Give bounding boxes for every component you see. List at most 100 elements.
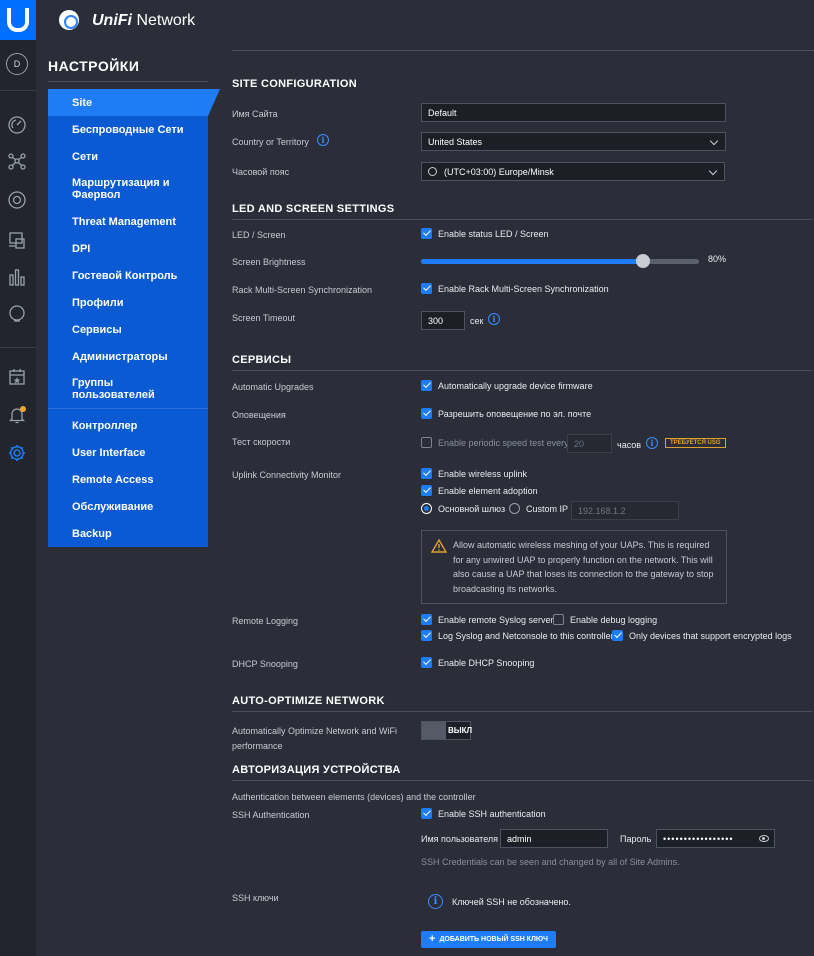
nav-item-wireless[interactable]: Беспроводные Сети bbox=[48, 116, 208, 143]
brand-name: UniFi bbox=[92, 12, 132, 29]
password-input[interactable]: ••••••••••••••••• bbox=[656, 829, 775, 848]
country-select[interactable]: United States bbox=[421, 132, 726, 151]
add-ssh-key-button[interactable]: + ДОБАВИТЬ НОВЫЙ SSH КЛЮЧ bbox=[421, 931, 556, 948]
country-info-icon[interactable]: i bbox=[317, 134, 329, 146]
remote-logging-label: Remote Logging bbox=[232, 616, 299, 626]
auto-optimize-toggle[interactable]: ВЫКЛ bbox=[421, 721, 473, 740]
timeout-info-icon[interactable]: i bbox=[488, 313, 500, 325]
wireless-uplink-checkbox[interactable] bbox=[421, 468, 432, 479]
syslog-checkbox[interactable] bbox=[421, 614, 432, 625]
led-checkbox[interactable] bbox=[421, 228, 432, 239]
gateway-radio[interactable] bbox=[421, 503, 432, 514]
toggle-knob bbox=[422, 722, 446, 739]
debug-logging-checkbox[interactable] bbox=[553, 614, 564, 625]
events-icon[interactable] bbox=[6, 366, 28, 388]
username-input[interactable]: admin bbox=[500, 829, 608, 848]
led-label: LED / Screen bbox=[232, 230, 286, 240]
alerts-option-label: Разрешить оповещение по эл. почте bbox=[438, 409, 592, 419]
alerts-icon[interactable] bbox=[6, 404, 28, 426]
element-adoption-label: Enable element adoption bbox=[438, 486, 538, 496]
element-adoption-checkbox[interactable] bbox=[421, 485, 432, 496]
nav-item-maintenance[interactable]: Обслуживание bbox=[48, 493, 208, 520]
rack-sync-checkbox[interactable] bbox=[421, 283, 432, 294]
netconsole-checkbox[interactable] bbox=[421, 630, 432, 641]
timezone-label: Часовой пояс bbox=[232, 167, 290, 177]
topology-icon[interactable] bbox=[6, 150, 28, 172]
rail-divider bbox=[0, 90, 36, 91]
brightness-slider-handle[interactable] bbox=[636, 254, 651, 268]
nav-item-services[interactable]: Сервисы bbox=[48, 316, 208, 343]
speed-test-interval-input[interactable]: 20 bbox=[567, 434, 612, 453]
rail-divider bbox=[0, 347, 36, 348]
brightness-slider-track[interactable] bbox=[421, 259, 699, 264]
timeout-input[interactable]: 300 bbox=[421, 311, 465, 330]
nav-item-user-interface[interactable]: User Interface bbox=[48, 439, 208, 466]
custom-ip-input[interactable]: 192.168.1.2 bbox=[571, 501, 679, 520]
auto-optimize-heading: AUTO-OPTIMIZE NETWORK bbox=[232, 695, 385, 707]
ssh-auth-checkbox[interactable] bbox=[421, 808, 432, 819]
ssh-keys-label: SSH ключи bbox=[232, 893, 279, 903]
ssh-keys-info-icon: i bbox=[428, 894, 443, 909]
custom-ip-radio[interactable] bbox=[509, 503, 520, 514]
speed-test-option-label: Enable periodic speed test every bbox=[438, 438, 569, 448]
encrypted-logs-label: Only devices that support encrypted logs bbox=[629, 631, 792, 641]
password-label: Пароль bbox=[620, 834, 652, 844]
add-ssh-key-label: ДОБАВИТЬ НОВЫЙ SSH КЛЮЧ bbox=[439, 936, 548, 943]
nav-item-backup[interactable]: Backup bbox=[48, 520, 208, 547]
ssh-credentials-note: SSH Credentials can be seen and changed … bbox=[421, 857, 680, 867]
toggle-state-label: ВЫКЛ bbox=[448, 726, 473, 735]
alerts-checkbox[interactable] bbox=[421, 408, 432, 419]
app-root: UniFi Network D НАСТРОЙКИ Site Беспровод… bbox=[0, 0, 814, 956]
encrypted-logs-checkbox[interactable] bbox=[612, 630, 623, 641]
show-password-icon[interactable] bbox=[759, 835, 769, 842]
nav-item-guest-control[interactable]: Гостевой Контроль bbox=[48, 262, 208, 289]
site-config-heading: SITE CONFIGURATION bbox=[232, 78, 357, 90]
auth-description: Authentication between elements (devices… bbox=[232, 792, 476, 802]
settings-icon[interactable] bbox=[6, 442, 28, 464]
upgrades-label: Automatic Upgrades bbox=[232, 382, 314, 392]
warning-icon bbox=[431, 539, 447, 553]
dashboard-icon[interactable] bbox=[6, 114, 28, 136]
timezone-select[interactable]: (UTC+03:00) Europe/Minsk bbox=[421, 162, 725, 181]
uplink-label: Uplink Connectivity Monitor bbox=[232, 470, 342, 480]
debug-logging-label: Enable debug logging bbox=[570, 615, 658, 625]
nav-item-site[interactable]: Site bbox=[48, 89, 220, 116]
site-name-input[interactable]: Default bbox=[421, 103, 726, 122]
unifi-logo-button[interactable] bbox=[0, 0, 36, 40]
ssh-auth-label: SSH Authentication bbox=[232, 810, 310, 820]
network-app-icon bbox=[59, 10, 79, 30]
nav-item-remote-access[interactable]: Remote Access bbox=[48, 466, 208, 493]
chevron-down-icon bbox=[708, 166, 718, 176]
nav-item-profiles[interactable]: Профили bbox=[48, 289, 208, 316]
nav-item-controller[interactable]: Контроллер bbox=[48, 412, 208, 439]
alerts-label: Оповещения bbox=[232, 410, 286, 420]
dhcp-snooping-label: DHCP Snooping bbox=[232, 659, 298, 669]
timeout-label: Screen Timeout bbox=[232, 313, 296, 323]
services-heading: СЕРВИСЫ bbox=[232, 354, 292, 366]
clients-icon[interactable] bbox=[6, 229, 28, 251]
wireless-uplink-label: Enable wireless uplink bbox=[438, 469, 528, 479]
nav-item-admins[interactable]: Администраторы bbox=[48, 343, 208, 370]
speed-test-info-icon[interactable]: i bbox=[646, 437, 658, 449]
timezone-value: (UTC+03:00) Europe/Minsk bbox=[444, 166, 554, 177]
gateway-radio-label: Основной шлюз bbox=[438, 504, 506, 514]
nav-item-threat-management[interactable]: Threat Management bbox=[48, 208, 208, 235]
nav-item-dpi[interactable]: DPI bbox=[48, 235, 208, 262]
devices-icon[interactable] bbox=[6, 189, 28, 211]
rack-sync-option-label: Enable Rack Multi-Screen Synchronization bbox=[438, 284, 609, 294]
section-divider bbox=[232, 711, 812, 712]
app-title: UniFi Network bbox=[92, 12, 195, 30]
nav-item-networks[interactable]: Сети bbox=[48, 143, 208, 170]
speed-test-checkbox[interactable] bbox=[421, 437, 432, 448]
unifi-u-icon bbox=[7, 8, 29, 32]
statistics-icon[interactable] bbox=[6, 266, 28, 288]
nav-item-user-groups[interactable]: Группы пользователей bbox=[48, 370, 208, 408]
insights-icon[interactable] bbox=[6, 303, 28, 325]
upgrades-option-label: Automatically upgrade device firmware bbox=[438, 381, 593, 391]
ssh-keys-empty-text: Ключей SSH не обозначено. bbox=[452, 897, 571, 907]
upgrades-checkbox[interactable] bbox=[421, 380, 432, 391]
site-avatar[interactable]: D bbox=[6, 53, 28, 75]
led-heading: LED AND SCREEN SETTINGS bbox=[232, 203, 395, 215]
nav-item-routing-firewall[interactable]: Маршрутизация и Фаервол bbox=[48, 170, 208, 208]
dhcp-snooping-checkbox[interactable] bbox=[421, 657, 432, 668]
